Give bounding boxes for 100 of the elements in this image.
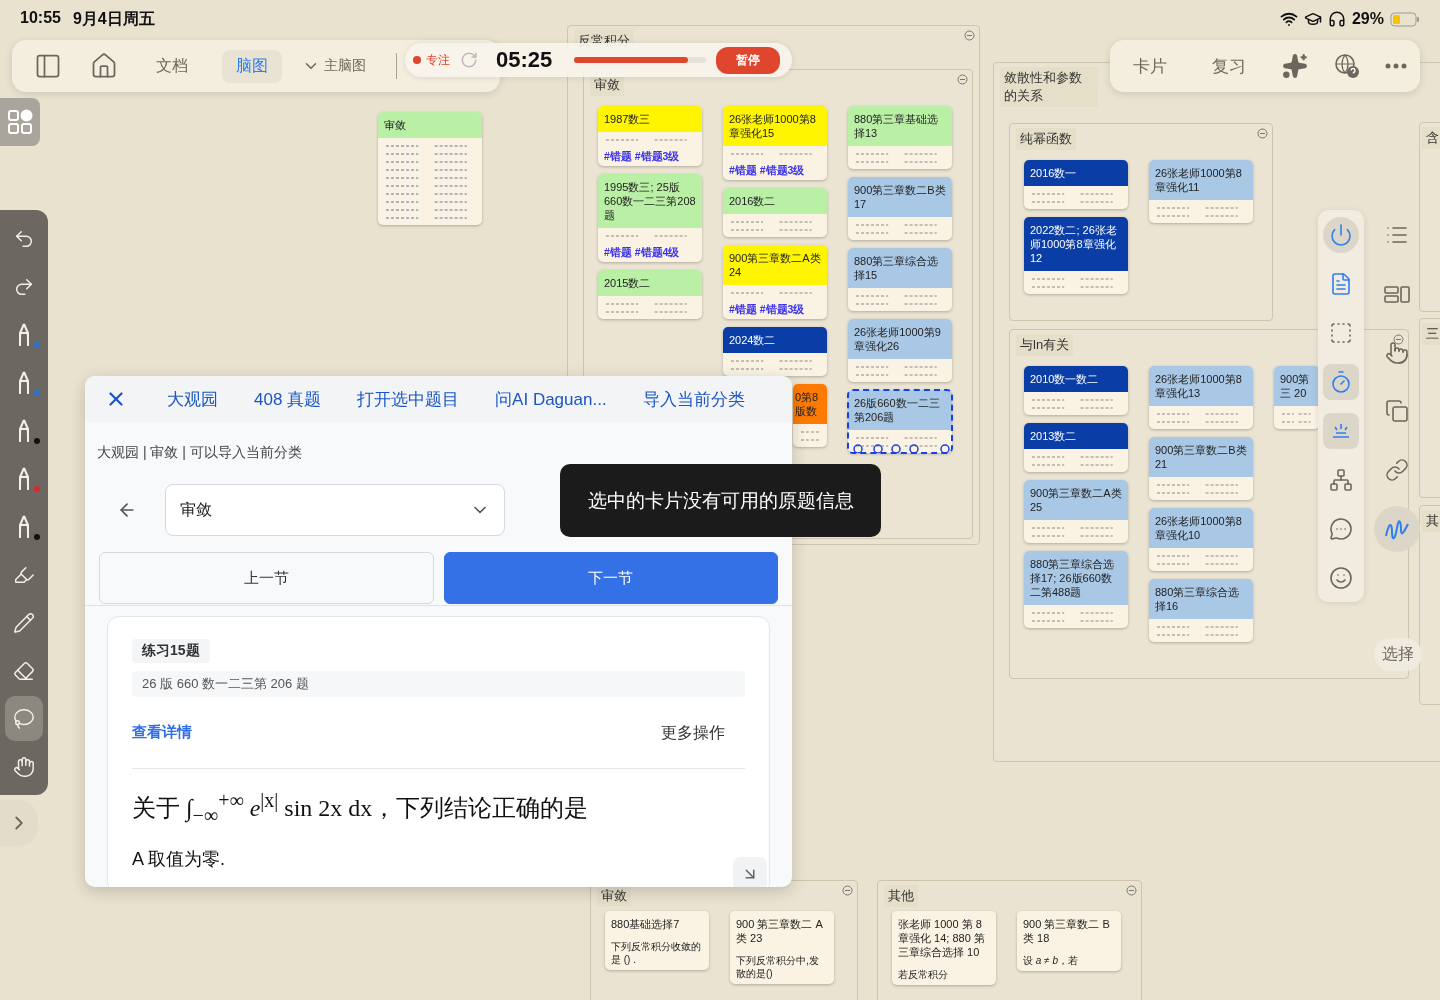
view-tab[interactable]: 卡片 (1118, 48, 1181, 84)
mode-tab[interactable]: 文档 (142, 49, 202, 83)
mind-map-card[interactable]: 2010数一数二 (1024, 366, 1128, 415)
details-link[interactable]: 查看详情 (132, 723, 192, 744)
web-help-icon (1333, 53, 1360, 79)
text-box-icon (1329, 320, 1353, 345)
group-title: 含 (1422, 127, 1440, 149)
lasso-tool[interactable] (5, 696, 43, 741)
collapse-icon[interactable] (1257, 128, 1268, 139)
answer-option: A 取值为零. (132, 846, 745, 871)
previous-button[interactable]: 上一节 (99, 552, 434, 604)
mind-map-card[interactable]: 900第三章数二B类21 (1149, 437, 1253, 500)
card-title: 2013数二 (1024, 423, 1128, 449)
mind-map-card[interactable]: 2024数二 (723, 327, 827, 376)
select-button[interactable]: 选择 (1374, 638, 1422, 671)
collapse-icon[interactable] (1393, 334, 1404, 345)
category-select[interactable]: 审敛 (165, 484, 505, 536)
pen-icon (16, 418, 32, 443)
mind-map-card[interactable]: 1987数三 #错题 #错题3级 (598, 106, 702, 166)
mind-map-card[interactable]: 26张老师1000第8章强化11 (1149, 160, 1253, 223)
timer-button[interactable] (1323, 363, 1359, 400)
mind-map-card[interactable]: 880第三章基础选择13 (848, 106, 952, 169)
card-title: 880第三章基础选择13 (848, 106, 952, 146)
card-text: 下列反常积分中,发散的是() (736, 954, 820, 980)
power-icon (1329, 222, 1353, 247)
mind-map-card[interactable]: 0第8 版数 (793, 384, 827, 447)
squiggle-icon (1384, 518, 1410, 540)
card-title: 2016数一 (1024, 160, 1128, 186)
mind-map-card[interactable]: 900 第三章数二 B 类 18 设 a ≠ b，若 (1017, 911, 1121, 971)
light-button[interactable] (1323, 412, 1359, 449)
card-title: 900第三章数二A类24 (723, 245, 827, 285)
restart-icon[interactable] (460, 51, 478, 69)
panel-tab[interactable]: 408 真题 (254, 383, 322, 415)
panel-tab[interactable]: 大观园 (167, 383, 218, 415)
collapse-icon[interactable] (957, 74, 968, 85)
mind-map-card[interactable]: 2016数二 (723, 188, 827, 237)
selection-handles-icon (850, 444, 950, 453)
mind-map-card[interactable]: 900第三章数二A类25 (1024, 480, 1128, 543)
card-title: 26版660数一二三第206题 (848, 390, 952, 430)
apps-button[interactable] (0, 98, 40, 146)
mind-map-card[interactable]: 880第三章综合选择16 (1149, 579, 1253, 642)
panel-tab[interactable]: 导入当前分类 (642, 383, 745, 415)
panel-tab[interactable]: 问AI Daguan... (495, 383, 607, 415)
mind-map-card[interactable]: 2022数二; 26张老师1000第8章强化12 (1024, 217, 1128, 294)
lasso-icon (13, 707, 35, 730)
breadcrumb: 大观园 | 审敛 | 可以导入当前分类 (96, 443, 303, 462)
card-title: 2015数二 (598, 270, 702, 296)
group-title: 其他 (884, 885, 918, 907)
home-icon (90, 52, 118, 80)
mind-map-card[interactable]: 26张老师1000第8章强化13 (1149, 366, 1253, 429)
wifi-icon (1279, 10, 1298, 28)
card-title: 900第三章数二B类21 (1149, 437, 1253, 477)
card-title: 880第三章综合选择16 (1149, 579, 1253, 619)
mind-map-card[interactable]: 26张老师1000第9章强化26 (848, 319, 952, 382)
card-title: 2022数二; 26张老师1000第8章强化12 (1024, 217, 1128, 271)
graduation-cap-icon (1303, 10, 1322, 28)
mind-map-card[interactable]: 26版660数一二三第206题 (848, 390, 952, 453)
card-title: 900 第三章数二 B 类 18 (1017, 911, 1121, 951)
collapse-icon[interactable] (842, 885, 853, 896)
map-dropdown[interactable]: 主脑图 (302, 51, 366, 81)
pen-icon (16, 514, 32, 539)
smiley-icon (1329, 565, 1353, 590)
next-button[interactable]: 下一节 (443, 552, 778, 604)
mind-map-card[interactable]: 900第三章数二B类17 (848, 177, 952, 240)
mind-map-card[interactable]: 审敛 (378, 112, 482, 225)
mind-map-card[interactable]: 张老师 1000 第 8 章强化 14; 880 第三章综合选择 10 若反常积分 (892, 911, 996, 985)
collapse-icon[interactable] (1126, 885, 1137, 896)
mind-map-card[interactable]: 900 第三章数二 A 类 23 下列反常积分中,发散的是() (730, 911, 834, 984)
mind-map-card[interactable]: 2016数一 (1024, 160, 1128, 209)
mind-map-card[interactable]: 1995数三; 25版660数一二三第208题 #错题 #错题4级 (598, 174, 702, 262)
panel-tab[interactable]: 打开选中题目 (357, 383, 460, 415)
question-text: 关于 ∫$_{−∞}$$^{+∞}$ e$^{|x|}$ sin 2x dx，下列结论正确的是 (132, 789, 590, 827)
timer-readout: 05:25 (496, 47, 553, 73)
group-title: 与ln有关 (1016, 334, 1074, 356)
mind-map-card[interactable]: 900第三章数二A类24 #错题 #错题3级 (723, 245, 827, 319)
question-source: 26 版 660 数一二三第 206 题 (132, 671, 745, 697)
mind-map-card[interactable]: 880第三章综合选择15 (848, 248, 952, 311)
power-button[interactable] (1323, 216, 1359, 253)
mind-map-card[interactable]: 880第三章综合选择17; 26版660数二第488题 (1024, 551, 1128, 628)
status-date: 9月4日周五 (72, 8, 155, 29)
mind-map-card[interactable]: 900第三 20 (1274, 366, 1320, 429)
pencil-icon (13, 611, 35, 634)
more-actions-button[interactable]: 更多操作 (661, 723, 725, 744)
mind-map-card[interactable]: 2013数二 (1024, 423, 1128, 472)
resize-button[interactable] (733, 856, 767, 887)
card-title: 900第三章数二A类25 (1024, 480, 1128, 520)
hand-icon (13, 755, 35, 778)
card-tags: #错题 #错题3级 (729, 303, 821, 315)
mind-map-card[interactable]: 2015数二 (598, 270, 702, 319)
pause-button[interactable]: 暂停 (716, 46, 780, 74)
collapse-icon[interactable] (964, 30, 975, 41)
mind-map-card[interactable]: 26张老师1000第8章强化15 #错题 #错题3级 (723, 106, 827, 180)
squiggle-button[interactable] (1374, 506, 1420, 552)
view-tab[interactable]: 复习 (1198, 48, 1261, 84)
eraser-icon (13, 659, 35, 682)
mind-map-card[interactable]: 880基础选择7 下列反常积分收敛的是 () . (605, 911, 709, 970)
group-title: 其 (1422, 510, 1440, 532)
chat-icon (1329, 516, 1353, 541)
mind-map-card[interactable]: 26张老师1000第8章强化10 (1149, 508, 1253, 571)
pen-icon (16, 370, 32, 395)
